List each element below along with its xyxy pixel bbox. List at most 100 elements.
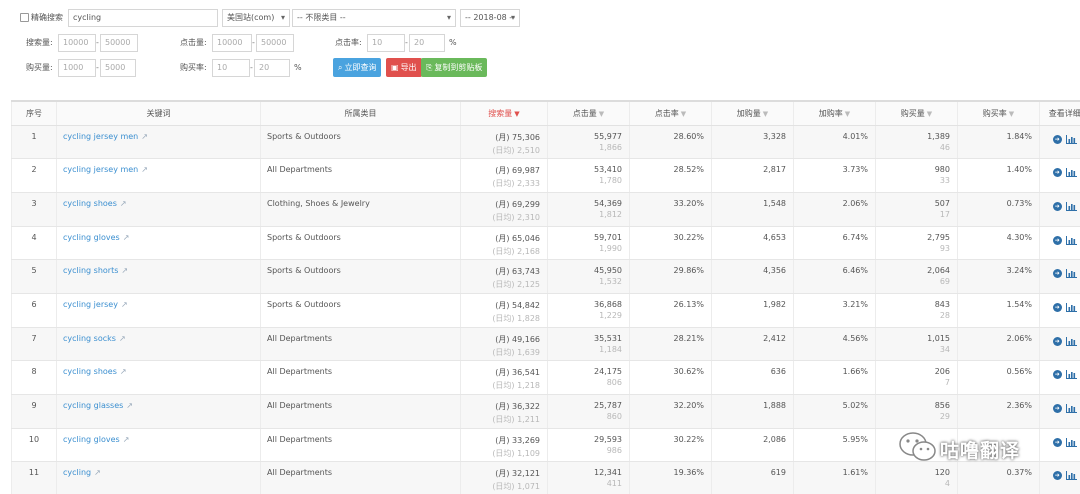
cell-cr: 2.06% bbox=[842, 198, 868, 208]
keyword-link[interactable]: cycling shoes bbox=[63, 367, 117, 376]
bar-chart-icon[interactable] bbox=[1065, 235, 1077, 245]
keyword-cell: cycling gloves ↗ bbox=[56, 428, 261, 463]
query-button[interactable]: ⌕ 立即查询 bbox=[333, 58, 382, 77]
external-link-icon[interactable]: ↗ bbox=[120, 367, 127, 376]
cell-i: 5 bbox=[31, 266, 37, 276]
cell-c: 54,369 bbox=[594, 198, 622, 208]
arrow-right-circle-icon[interactable]: ➜ bbox=[1052, 134, 1062, 144]
external-link-icon[interactable]: ↗ bbox=[121, 300, 128, 309]
cell-sd: (日均) 1,218 bbox=[492, 381, 540, 391]
sort-carts[interactable]: 加购量 ▼ bbox=[711, 100, 794, 126]
arrow-right-circle-icon[interactable]: ➜ bbox=[1052, 404, 1062, 413]
category-select[interactable]: -- 不限类目 -- bbox=[292, 9, 456, 27]
table-row: 6 cycling jersey ↗ Sports & Outdoors (月) … bbox=[11, 293, 1080, 328]
bar-chart-icon[interactable] bbox=[1065, 134, 1077, 144]
search-volume-cell: (月) 75,306 (日均) 2,510 bbox=[460, 125, 548, 160]
purchase-rate-cell: 4.30% bbox=[957, 226, 1040, 261]
bar-chart-icon[interactable] bbox=[1065, 471, 1077, 481]
month-select[interactable]: -- 2018-08 -- bbox=[460, 9, 520, 27]
keyword-cell: cycling shoes ↗ bbox=[56, 360, 261, 395]
cell-c: 36,868 bbox=[594, 299, 622, 309]
cell-c: 59,701 bbox=[594, 232, 622, 242]
clicks-min-input[interactable]: 10000 bbox=[212, 34, 252, 52]
arrow-right-circle-icon[interactable]: ➜ bbox=[1052, 370, 1062, 380]
ctr-min-input[interactable]: 10 bbox=[367, 34, 405, 52]
cell-ctr: 29.86% bbox=[673, 266, 704, 276]
external-link-icon[interactable]: ↗ bbox=[141, 165, 148, 174]
cell-p: 2,064 bbox=[927, 266, 950, 276]
arrow-right-circle-icon[interactable]: ➜ bbox=[1052, 235, 1062, 245]
cell-sd: (日均) 1,639 bbox=[492, 347, 540, 357]
external-link-icon[interactable]: ↗ bbox=[119, 334, 126, 343]
sort-ctr[interactable]: 点击率 ▼ bbox=[629, 100, 712, 126]
purchases-cell: 843 28 bbox=[875, 293, 958, 328]
copy-clipboard-button[interactable]: ⎘ 复制到剪贴板 bbox=[421, 58, 488, 77]
cell-pr: 4.30% bbox=[1006, 232, 1032, 242]
search-volume-min-input[interactable]: 10000 bbox=[58, 34, 96, 52]
cell-c: 25,787 bbox=[594, 401, 622, 410]
sort-purchases[interactable]: 购买量 ▼ bbox=[875, 100, 958, 126]
purchases-min-input[interactable]: 1000 bbox=[58, 59, 96, 77]
purchases-max-input[interactable]: 5000 bbox=[100, 59, 136, 77]
keyword-link[interactable]: cycling gloves bbox=[63, 233, 120, 242]
export-button[interactable]: ▣ 导出 bbox=[386, 58, 422, 77]
cell-pr: 1.84% bbox=[1006, 131, 1032, 141]
site-select[interactable]: 美国站(com) bbox=[222, 9, 290, 27]
carts-cell: 1,888 bbox=[711, 394, 794, 429]
cvr-max-input[interactable]: 20 bbox=[254, 59, 290, 77]
external-link-icon[interactable]: ↗ bbox=[126, 401, 133, 410]
bar-chart-icon[interactable] bbox=[1065, 336, 1077, 346]
cell-ctr: 19.36% bbox=[673, 468, 704, 478]
bar-chart-icon[interactable] bbox=[1065, 404, 1077, 413]
arrow-right-circle-icon[interactable]: ➜ bbox=[1052, 336, 1062, 346]
external-link-icon[interactable]: ↗ bbox=[123, 435, 130, 444]
external-link-icon[interactable]: ↗ bbox=[121, 266, 128, 275]
cell-ctr: 32.20% bbox=[673, 401, 704, 410]
keyword-link[interactable]: cycling shorts bbox=[63, 266, 118, 275]
row-index: 10 bbox=[11, 428, 57, 463]
keyword-link[interactable]: cycling jersey men bbox=[63, 165, 138, 174]
keyword-link[interactable]: cycling shoes bbox=[63, 199, 117, 208]
bar-chart-icon[interactable] bbox=[1065, 302, 1077, 312]
arrow-right-circle-icon[interactable]: ➜ bbox=[1052, 302, 1062, 312]
sort-icon: ▼ bbox=[762, 109, 769, 118]
external-link-icon[interactable]: ↗ bbox=[94, 468, 101, 477]
bar-chart-icon[interactable] bbox=[1065, 370, 1077, 380]
keyword-link[interactable]: cycling glasses bbox=[63, 401, 123, 410]
row-index: 11 bbox=[11, 461, 57, 494]
external-link-icon[interactable]: ↗ bbox=[141, 132, 148, 141]
bar-chart-icon[interactable] bbox=[1065, 201, 1077, 211]
arrow-right-circle-icon[interactable]: ➜ bbox=[1052, 269, 1062, 279]
keyword-link[interactable]: cycling jersey men bbox=[63, 132, 138, 141]
clicks-max-input[interactable]: 50000 bbox=[256, 34, 294, 52]
keyword-link[interactable]: cycling socks bbox=[63, 334, 116, 343]
keyword-link[interactable]: cycling bbox=[63, 468, 91, 477]
table-row: 1 cycling jersey men ↗ Sports & Outdoors … bbox=[11, 125, 1080, 160]
sort-cart-rate[interactable]: 加购率 ▼ bbox=[793, 100, 876, 126]
keyword-input[interactable]: cycling bbox=[68, 9, 218, 27]
cell-i: 6 bbox=[31, 299, 37, 309]
range-dash: - bbox=[96, 63, 99, 72]
exact-search-checkbox[interactable] bbox=[20, 13, 29, 22]
cell-cd: 1,229 bbox=[599, 310, 622, 320]
cvr-min-input[interactable]: 10 bbox=[212, 59, 250, 77]
bar-chart-icon[interactable] bbox=[1065, 269, 1077, 279]
sort-purchase-rate[interactable]: 购买率 ▼ bbox=[957, 100, 1040, 126]
external-link-icon[interactable]: ↗ bbox=[120, 199, 127, 208]
cell-c: 53,410 bbox=[594, 165, 622, 175]
keyword-link[interactable]: cycling jersey bbox=[63, 300, 118, 309]
carts-cell: 2,817 bbox=[711, 158, 794, 193]
arrow-right-circle-icon[interactable]: ➜ bbox=[1052, 168, 1062, 178]
bar-chart-icon[interactable] bbox=[1065, 168, 1077, 178]
ctr-max-input[interactable]: 20 bbox=[409, 34, 445, 52]
search-volume-max-input[interactable]: 50000 bbox=[100, 34, 138, 52]
keyword-link[interactable]: cycling gloves bbox=[63, 435, 120, 444]
external-link-icon[interactable]: ↗ bbox=[123, 233, 130, 242]
arrow-right-circle-icon[interactable]: ➜ bbox=[1052, 201, 1062, 211]
sort-search-volume[interactable]: 搜索量 ▼ bbox=[460, 100, 548, 126]
keyword-cell: cycling gloves ↗ bbox=[56, 226, 261, 261]
cell-p: 1,389 bbox=[927, 131, 950, 141]
arrow-right-circle-icon[interactable]: ➜ bbox=[1052, 471, 1062, 481]
table-row: 4 cycling gloves ↗ Sports & Outdoors (月) … bbox=[11, 226, 1080, 261]
sort-clicks[interactable]: 点击量 ▼ bbox=[547, 100, 630, 126]
